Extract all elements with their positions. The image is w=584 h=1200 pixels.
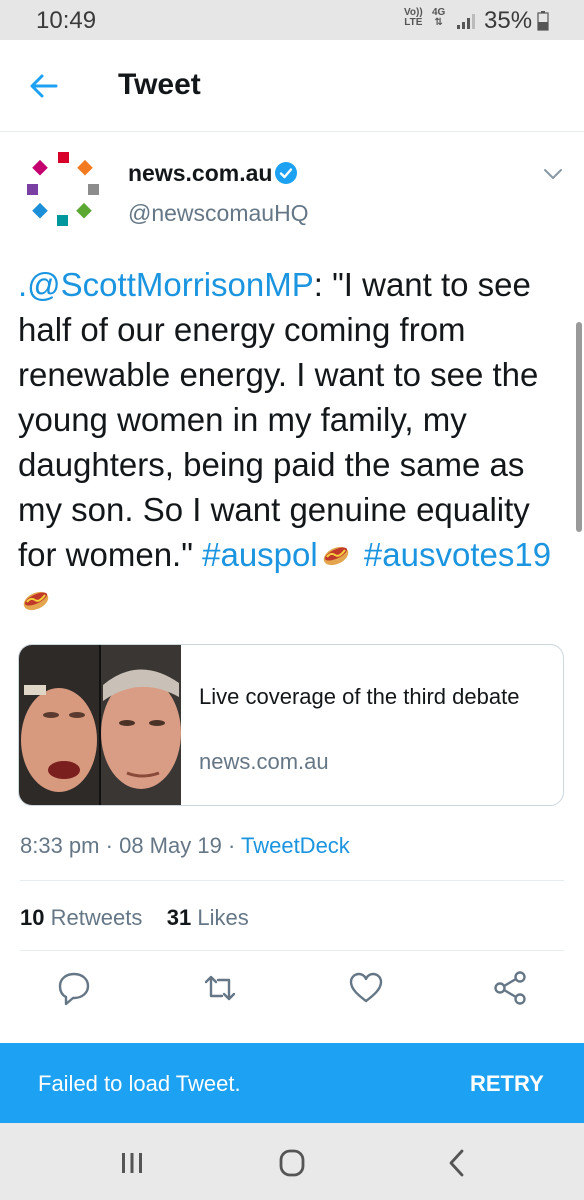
battery-percent: 35% xyxy=(484,7,533,34)
tweet-body: : "I want to see half of our energy comi… xyxy=(18,266,539,573)
tweet-stats: 10 Retweets 31 Likes xyxy=(20,905,249,931)
battery-icon xyxy=(537,11,549,31)
verified-badge-icon xyxy=(275,162,297,184)
hotdog-emoji-icon xyxy=(323,546,348,566)
recent-apps-icon[interactable] xyxy=(112,1145,152,1181)
meta-separator: · xyxy=(227,833,241,858)
network-indicator: 4G ⇅ xyxy=(432,8,445,28)
mention-link[interactable]: .@ScottMorrisonMP xyxy=(18,266,314,303)
data-arrows-icon: ⇅ xyxy=(434,17,443,28)
tweet-text: .@ScottMorrisonMP: "I want to see half o… xyxy=(18,262,568,622)
avatar[interactable] xyxy=(22,150,104,232)
card-thumbnail xyxy=(19,645,181,805)
share-icon[interactable] xyxy=(490,968,530,1008)
retweets-label: Retweets xyxy=(50,905,143,930)
retweets-stat[interactable]: 10 Retweets xyxy=(20,905,142,930)
page-title: Tweet xyxy=(118,68,201,101)
likes-label: Likes xyxy=(197,905,249,930)
divider xyxy=(20,950,564,951)
app-header: Tweet xyxy=(0,40,584,132)
retweets-count: 10 xyxy=(20,905,45,930)
link-card[interactable]: Live coverage of the third debate news.c… xyxy=(18,644,564,806)
reply-icon[interactable] xyxy=(54,968,94,1008)
card-domain: news.com.au xyxy=(199,749,329,774)
retry-button[interactable]: RETRY xyxy=(470,1071,544,1097)
author-handle[interactable]: @newscomauHQ xyxy=(128,200,309,227)
hashtag-link-ausvotes19[interactable]: #ausvotes19 xyxy=(364,536,551,573)
likes-stat[interactable]: 31 Likes xyxy=(167,905,249,930)
tweet-date: 08 May 19 xyxy=(119,833,222,858)
author-name[interactable]: news.com.au xyxy=(128,160,272,187)
likes-count: 31 xyxy=(166,905,192,930)
card-title: Live coverage of the third debate xyxy=(199,684,520,709)
retweet-icon[interactable] xyxy=(200,968,240,1008)
hotdog-emoji-icon xyxy=(23,591,49,611)
home-icon[interactable] xyxy=(272,1145,312,1181)
status-time: 10:49 xyxy=(36,7,97,34)
back-nav-icon[interactable] xyxy=(438,1145,478,1181)
tweet-actions xyxy=(0,968,584,1018)
signal-icon xyxy=(457,14,475,29)
error-snackbar: Failed to load Tweet. RETRY xyxy=(0,1043,584,1123)
tweet-timestamp: 8:33 pm · 08 May 19 · TweetDeck xyxy=(20,833,350,859)
arrow-left-icon[interactable] xyxy=(26,68,62,104)
like-icon[interactable] xyxy=(346,968,386,1008)
divider xyxy=(20,880,564,881)
tweet-time: 8:33 pm xyxy=(20,833,100,858)
chevron-down-icon[interactable] xyxy=(543,167,563,181)
lte-label: LTE xyxy=(404,17,423,28)
scrollbar[interactable] xyxy=(576,322,582,532)
system-nav-bar xyxy=(0,1123,584,1200)
hashtag-link-auspol[interactable]: #auspol xyxy=(202,536,318,573)
snackbar-message: Failed to load Tweet. xyxy=(38,1071,241,1096)
tweet-source-link[interactable]: TweetDeck xyxy=(241,833,350,858)
volte-indicator: Vo)) LTE xyxy=(404,8,423,28)
status-bar: 10:49 Vo)) LTE 4G ⇅ 35% xyxy=(0,0,584,40)
meta-separator: · xyxy=(105,833,120,858)
